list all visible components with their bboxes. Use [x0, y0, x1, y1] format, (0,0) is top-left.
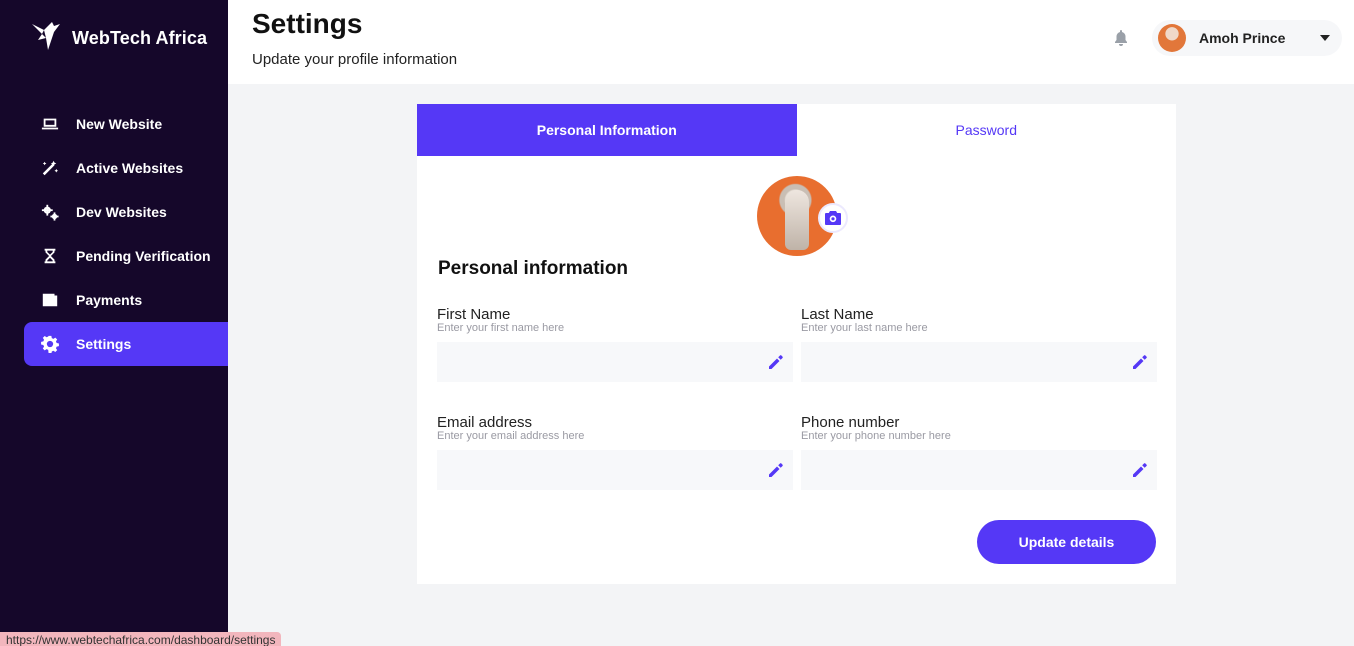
chevron-down-icon — [1320, 35, 1330, 41]
pencil-icon[interactable] — [1131, 461, 1149, 479]
email-group: Email address Enter your email address h… — [437, 414, 793, 490]
wallet-icon — [40, 290, 60, 310]
bell-icon[interactable] — [1114, 30, 1128, 46]
brand-name: WebTech Africa — [72, 28, 208, 48]
statue-bust-image — [785, 190, 809, 250]
avatar — [1158, 24, 1186, 52]
sidebar: WebTech Africa New Website Active Websit… — [0, 0, 228, 646]
tab-personal-information[interactable]: Personal Information — [417, 104, 797, 156]
pencil-icon[interactable] — [767, 353, 785, 371]
update-details-button[interactable]: Update details — [977, 520, 1156, 564]
page-subtitle: Update your profile information — [252, 51, 458, 68]
brand-logo[interactable]: WebTech Africa — [30, 20, 207, 57]
phone-group: Phone number Enter your phone number her… — [801, 414, 1157, 490]
settings-tabs: Personal Information Password — [417, 104, 1176, 156]
sidebar-item-label: Dev Websites — [76, 204, 167, 220]
sidebar-item-active-websites[interactable]: Active Websites — [24, 146, 228, 190]
section-title: Personal information — [438, 258, 629, 279]
last-name-group: Last Name Enter your last name here — [801, 306, 1157, 382]
sidebar-item-settings[interactable]: Settings — [24, 322, 228, 366]
sidebar-item-pending-verification[interactable]: Pending Verification — [24, 234, 228, 278]
sidebar-item-new-website[interactable]: New Website — [24, 102, 228, 146]
tab-password[interactable]: Password — [796, 104, 1176, 156]
pencil-icon[interactable] — [767, 461, 785, 479]
camera-icon — [825, 211, 841, 225]
phone-hint: Enter your phone number here — [801, 430, 951, 442]
first-name-field[interactable] — [437, 342, 793, 382]
change-photo-button[interactable] — [818, 203, 848, 233]
sidebar-nav: New Website Active Websites Dev Websites… — [24, 102, 228, 366]
sidebar-item-dev-websites[interactable]: Dev Websites — [24, 190, 228, 234]
laptop-icon — [40, 114, 60, 134]
phone-field[interactable] — [801, 450, 1157, 490]
hourglass-icon — [40, 246, 60, 266]
magic-wand-icon — [40, 158, 60, 178]
sidebar-item-label: Payments — [76, 292, 143, 308]
last-name-hint: Enter your last name here — [801, 322, 928, 334]
settings-card: Personal Information Password Personal i… — [417, 104, 1176, 584]
sidebar-item-label: New Website — [76, 116, 163, 132]
email-field[interactable] — [437, 450, 793, 490]
sidebar-item-label: Active Websites — [76, 160, 184, 176]
sidebar-item-payments[interactable]: Payments — [24, 278, 228, 322]
sidebar-item-label: Settings — [76, 336, 132, 352]
last-name-field[interactable] — [801, 342, 1157, 382]
bird-logo-icon — [30, 20, 62, 57]
user-name: Amoh Prince — [1199, 30, 1286, 46]
first-name-group: First Name Enter your first name here — [437, 306, 793, 382]
email-hint: Enter your email address here — [437, 430, 585, 442]
gears-icon — [40, 202, 60, 222]
page-header: Settings Update your profile information… — [228, 0, 1354, 84]
gear-icon — [40, 334, 60, 354]
sidebar-item-label: Pending Verification — [76, 248, 211, 264]
user-menu[interactable]: Amoh Prince — [1152, 20, 1342, 56]
status-bar-url: https://www.webtechafrica.com/dashboard/… — [0, 632, 282, 646]
first-name-hint: Enter your first name here — [437, 322, 565, 334]
pencil-icon[interactable] — [1131, 353, 1149, 371]
page-title: Settings — [252, 8, 363, 39]
